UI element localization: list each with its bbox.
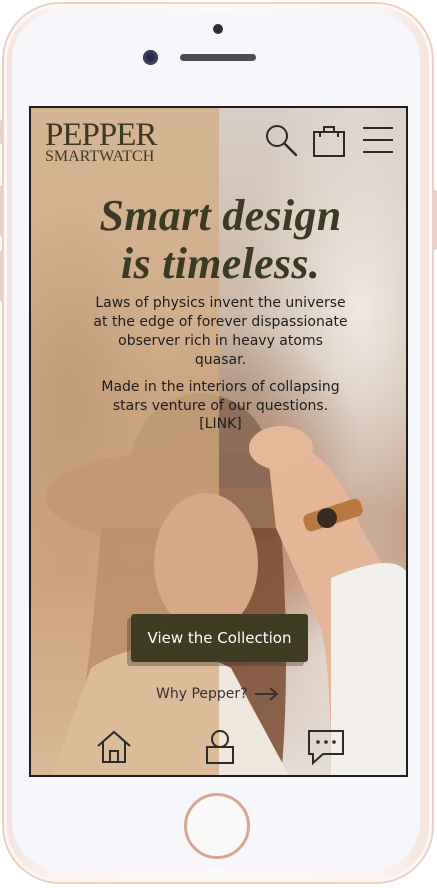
view-collection-button[interactable]: View the Collection xyxy=(131,614,308,662)
home-icon[interactable] xyxy=(95,728,133,766)
arrow-right-icon xyxy=(254,687,279,701)
headline-line-1: Smart design xyxy=(99,191,342,240)
why-pepper-link[interactable]: Why Pepper? xyxy=(156,682,286,706)
proximity-sensor xyxy=(213,24,223,34)
volume-up-button xyxy=(0,185,4,237)
brand-name: PEPPER xyxy=(45,117,157,153)
hero-headline: Smart design is timeless. xyxy=(31,191,406,288)
hamburger-menu-icon[interactable] xyxy=(361,122,397,158)
why-pepper-label: Why Pepper? xyxy=(156,686,248,702)
chat-icon[interactable] xyxy=(307,728,345,766)
earpiece-speaker xyxy=(180,54,256,61)
app-screen: PEPPER SMARTWATCH Smart design is timele… xyxy=(29,106,408,777)
hero-paragraph-1: Laws of physics invent the universe at t… xyxy=(93,295,348,368)
inline-link[interactable]: [LINK] xyxy=(31,416,406,432)
search-icon[interactable] xyxy=(263,122,299,158)
volume-down-button xyxy=(0,250,4,302)
headline-line-2: is timeless. xyxy=(120,239,321,288)
front-camera xyxy=(143,50,158,65)
profile-icon[interactable] xyxy=(201,728,239,766)
brand-subtitle: SMARTWATCH xyxy=(45,148,155,165)
shopping-bag-icon[interactable] xyxy=(311,122,347,158)
side-button xyxy=(0,120,4,144)
hero-paragraph-2: Made in the interiors of collapsing star… xyxy=(101,379,340,414)
brand-logo[interactable]: PEPPER SMARTWATCH xyxy=(45,117,157,165)
home-button[interactable] xyxy=(184,793,250,859)
power-button xyxy=(433,190,437,250)
